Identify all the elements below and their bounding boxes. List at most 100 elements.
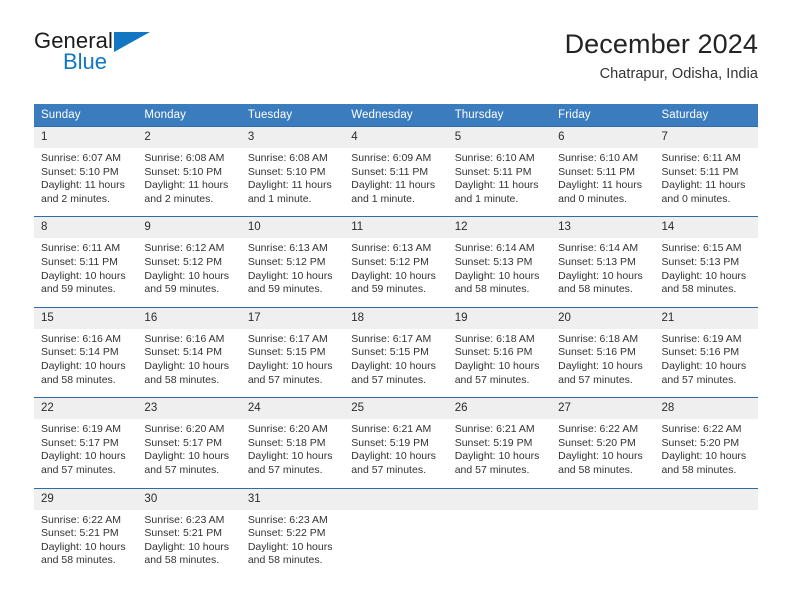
calendar-day-cell[interactable]: 25 Sunrise: 6:21 AM Sunset: 5:19 PM Dayligh… (344, 397, 448, 488)
weekday-header-monday: Monday (137, 104, 241, 127)
day-number: 10 (240, 217, 345, 239)
calendar-day-cell[interactable]: 31 Sunrise: 6:23 AM Sunset: 5:22 PM Dayligh… (240, 487, 345, 578)
day-number: 25 (344, 398, 448, 420)
calendar-day-cell[interactable]: 9 Sunrise: 6:12 AM Sunset: 5:12 PM Daylight… (137, 216, 241, 308)
calendar-day-cell[interactable]: 19 Sunrise: 6:18 AM Sunset: 5:16 PM Dayligh… (447, 306, 552, 398)
day-details: Sunrise: 6:22 AM Sunset: 5:20 PM Daylight:… (655, 419, 758, 487)
calendar-day-cell[interactable]: 16 Sunrise: 6:16 AM Sunset: 5:14 PM Dayligh… (137, 306, 241, 398)
day-sunset-text: Sunset: 5:11 PM (41, 255, 118, 268)
calendar-day-cell[interactable]: 24 Sunrise: 6:20 AM Sunset: 5:18 PM Dayligh… (240, 397, 345, 488)
day-sunrise-text: Sunrise: 6:14 AM (558, 242, 639, 255)
day-number: 26 (447, 398, 552, 420)
calendar-day-cell-empty (344, 487, 448, 578)
calendar-day-cell[interactable]: 8 Sunrise: 6:11 AM Sunset: 5:11 PM Daylight… (34, 216, 138, 308)
day-sunrise-text: Sunrise: 6:20 AM (144, 423, 225, 436)
day-daylight-line2-text: and 57 minutes. (351, 463, 426, 476)
day-sunset-text: Sunset: 5:22 PM (247, 527, 326, 540)
day-daylight-line1-text: Daylight: 10 hours (558, 359, 643, 372)
calendar-day-cell[interactable]: 5 Sunrise: 6:10 AM Sunset: 5:11 PM Daylight… (447, 125, 552, 217)
weekday-header-saturday: Saturday (654, 104, 758, 127)
day-daylight-line1-text: Daylight: 10 hours (247, 450, 333, 463)
day-daylight-line1-text: Daylight: 10 hours (661, 359, 747, 372)
day-sunset-text: Sunset: 5:14 PM (144, 346, 223, 359)
day-sunset-text: Sunset: 5:13 PM (661, 255, 740, 268)
day-sunset-text: Sunset: 5:10 PM (41, 165, 119, 178)
page-subtitle: Chatrapur, Odisha, India (599, 66, 758, 83)
day-sunrise-text: Sunrise: 6:23 AM (144, 513, 225, 526)
calendar-day-cell[interactable]: 6 Sunrise: 6:10 AM Sunset: 5:11 PM Daylight… (551, 125, 655, 217)
day-daylight-line2-text: and 57 minutes. (454, 463, 530, 476)
calendar-day-cell[interactable]: 13 Sunrise: 6:14 AM Sunset: 5:13 PM Dayligh… (551, 216, 655, 308)
calendar-day-cell[interactable]: 27 Sunrise: 6:22 AM Sunset: 5:20 PM Dayligh… (551, 397, 655, 488)
calendar-day-cell[interactable]: 23 Sunrise: 6:20 AM Sunset: 5:17 PM Dayligh… (137, 397, 241, 488)
day-sunset-text: Sunset: 5:14 PM (41, 346, 119, 359)
calendar-day-cell[interactable]: 17 Sunrise: 6:17 AM Sunset: 5:15 PM Dayligh… (240, 306, 345, 398)
day-sunrise-text: Sunrise: 6:21 AM (454, 423, 535, 436)
day-daylight-line2-text: and 58 minutes. (41, 373, 116, 386)
calendar-day-cell[interactable]: 7 Sunrise: 6:11 AM Sunset: 5:11 PM Daylight… (654, 125, 758, 217)
day-sunrise-text: Sunrise: 6:10 AM (454, 152, 535, 164)
day-daylight-line1-text: Daylight: 11 hours (351, 179, 436, 192)
day-number: 8 (34, 217, 138, 239)
day-daylight-line1-text: Daylight: 11 hours (247, 179, 332, 192)
day-daylight-line2-text: and 58 minutes. (558, 463, 633, 476)
calendar-day-cell-empty (654, 487, 758, 578)
calendar-day-cell[interactable]: 26 Sunrise: 6:21 AM Sunset: 5:19 PM Dayligh… (447, 397, 552, 488)
calendar-week-row: 1 Sunrise: 6:07 AM Sunset: 5:10 PM Daylight… (34, 125, 758, 217)
day-number (654, 488, 758, 510)
day-daylight-line1-text: Daylight: 10 hours (558, 269, 643, 282)
calendar-day-cell[interactable]: 21 Sunrise: 6:19 AM Sunset: 5:16 PM Dayligh… (654, 306, 758, 398)
day-sunrise-text: Sunrise: 6:17 AM (247, 332, 328, 345)
day-daylight-line2-text: and 58 minutes. (144, 373, 220, 386)
calendar-day-cell[interactable]: 20 Sunrise: 6:18 AM Sunset: 5:16 PM Dayligh… (551, 306, 655, 398)
day-details: Sunrise: 6:12 AM Sunset: 5:12 PM Daylight:… (137, 238, 240, 306)
calendar-day-cell[interactable]: 4 Sunrise: 6:09 AM Sunset: 5:11 PM Daylight… (344, 125, 448, 217)
day-daylight-line2-text: and 58 minutes. (661, 463, 737, 476)
calendar-day-cell[interactable]: 2 Sunrise: 6:08 AM Sunset: 5:10 PM Daylight… (137, 125, 241, 217)
day-daylight-line1-text: Daylight: 10 hours (41, 359, 126, 372)
day-details: Sunrise: 6:14 AM Sunset: 5:13 PM Daylight:… (551, 238, 654, 306)
day-details: Sunrise: 6:17 AM Sunset: 5:15 PM Daylight:… (344, 329, 447, 397)
calendar-day-cell[interactable]: 22 Sunrise: 6:19 AM Sunset: 5:17 PM Dayligh… (34, 397, 138, 488)
day-sunrise-text: Sunrise: 6:11 AM (41, 242, 121, 255)
day-sunset-text: Sunset: 5:12 PM (247, 255, 326, 268)
day-number (344, 488, 448, 510)
day-sunrise-text: Sunrise: 6:22 AM (41, 513, 121, 526)
day-sunset-text: Sunset: 5:18 PM (247, 436, 326, 449)
calendar-day-cell[interactable]: 11 Sunrise: 6:13 AM Sunset: 5:12 PM Dayligh… (344, 216, 448, 308)
calendar-day-cell[interactable]: 1 Sunrise: 6:07 AM Sunset: 5:10 PM Daylight… (34, 125, 138, 217)
day-sunrise-text: Sunrise: 6:22 AM (661, 423, 742, 436)
day-sunset-text: Sunset: 5:11 PM (351, 165, 429, 178)
title-block: December 2024 Chatrapur, Odisha, India (565, 28, 758, 82)
calendar-day-cell[interactable]: 14 Sunrise: 6:15 AM Sunset: 5:13 PM Dayligh… (654, 216, 758, 308)
day-number: 27 (551, 398, 655, 420)
calendar-day-cell[interactable]: 30 Sunrise: 6:23 AM Sunset: 5:21 PM Dayligh… (137, 487, 241, 578)
day-sunset-text: Sunset: 5:11 PM (661, 165, 739, 178)
day-details (551, 510, 654, 568)
day-daylight-line2-text: and 57 minutes. (661, 373, 737, 386)
day-number: 16 (137, 307, 241, 329)
day-daylight-line2-text: and 57 minutes. (558, 373, 633, 386)
calendar-day-cell[interactable]: 18 Sunrise: 6:17 AM Sunset: 5:15 PM Dayligh… (344, 306, 448, 398)
day-daylight-line1-text: Daylight: 11 hours (558, 179, 642, 192)
day-number: 30 (137, 488, 241, 510)
calendar-day-cell[interactable]: 12 Sunrise: 6:14 AM Sunset: 5:13 PM Dayligh… (447, 216, 552, 308)
calendar-day-cell[interactable]: 10 Sunrise: 6:13 AM Sunset: 5:12 PM Dayligh… (240, 216, 345, 308)
calendar-day-cell[interactable]: 28 Sunrise: 6:22 AM Sunset: 5:20 PM Dayligh… (654, 397, 758, 488)
calendar-day-cell[interactable]: 29 Sunrise: 6:22 AM Sunset: 5:21 PM Dayligh… (34, 487, 138, 578)
day-sunset-text: Sunset: 5:21 PM (41, 527, 119, 540)
calendar-day-cell[interactable]: 15 Sunrise: 6:16 AM Sunset: 5:14 PM Dayligh… (34, 306, 138, 398)
calendar-day-cell[interactable]: 3 Sunrise: 6:08 AM Sunset: 5:10 PM Daylight… (240, 125, 345, 217)
day-sunrise-text: Sunrise: 6:09 AM (351, 152, 432, 164)
day-sunset-text: Sunset: 5:19 PM (351, 436, 429, 449)
day-details: Sunrise: 6:18 AM Sunset: 5:16 PM Daylight:… (448, 329, 551, 397)
day-sunrise-text: Sunrise: 6:08 AM (144, 152, 225, 164)
day-daylight-line1-text: Daylight: 11 hours (661, 179, 746, 192)
day-sunset-text: Sunset: 5:16 PM (558, 346, 636, 359)
day-sunset-text: Sunset: 5:19 PM (454, 436, 533, 449)
calendar-week-row: 29 Sunrise: 6:22 AM Sunset: 5:21 PM Dayligh… (34, 487, 758, 578)
day-number: 7 (654, 127, 758, 148)
calendar-body: 1 Sunrise: 6:07 AM Sunset: 5:10 PM Daylight… (34, 125, 758, 578)
day-sunrise-text: Sunrise: 6:19 AM (661, 332, 742, 345)
day-details: Sunrise: 6:21 AM Sunset: 5:19 PM Daylight:… (344, 419, 447, 487)
